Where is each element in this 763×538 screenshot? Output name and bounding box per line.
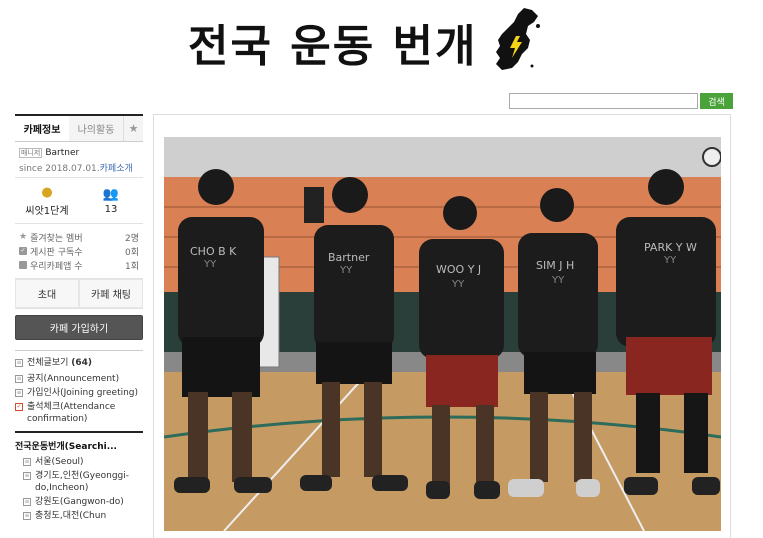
team-photo[interactable]: CHO B K Bartner WOO Y J SIM J H PARK Y W… bbox=[164, 137, 721, 531]
svg-text:YY: YY bbox=[339, 265, 353, 276]
list-icon: ≡ bbox=[15, 359, 23, 367]
menu-all-posts[interactable]: ≡ 전체글보기 (64) bbox=[15, 357, 143, 369]
post-count: (64) bbox=[71, 358, 93, 368]
menu-label: 경기도,인천(Gyeonggi-do,Incheon) bbox=[35, 471, 129, 493]
menu-region-gangwon[interactable]: ≡ 강원도(Gangwon-do) bbox=[23, 496, 143, 508]
board-icon: ≡ bbox=[15, 375, 23, 383]
info-row-value: 2명 bbox=[124, 233, 139, 244]
cafe-title[interactable]: 전국 운동 번개 bbox=[188, 10, 478, 74]
join-cafe-button[interactable]: 카페 가입하기 bbox=[15, 315, 143, 340]
board-icon: ≡ bbox=[23, 458, 31, 466]
korea-map-lightning-icon bbox=[496, 8, 540, 70]
board-icon: ✓ bbox=[19, 247, 27, 255]
jersey-name: PARK Y W bbox=[644, 241, 697, 254]
menu-label: 공지(Announcement) bbox=[27, 374, 120, 384]
since-date: since 2018.07.01.카페소개 bbox=[19, 161, 139, 174]
tab-cafe-info[interactable]: 카페정보 bbox=[15, 116, 69, 141]
menu-label: 출석체크(Attendance confirmation) bbox=[27, 402, 116, 424]
info-row-favorite-members[interactable]: ★ 즐겨찾는 멤버 2명 bbox=[19, 230, 139, 244]
board-icon: ≡ bbox=[23, 498, 31, 506]
check-icon: ✓ bbox=[15, 403, 23, 411]
manager-name[interactable]: Bartner bbox=[45, 148, 79, 158]
info-row-label: 즐겨찾는 멤버 bbox=[30, 233, 83, 244]
search-input[interactable] bbox=[509, 93, 698, 109]
board-icon: ≡ bbox=[23, 472, 31, 480]
search-button[interactable]: 검색 bbox=[700, 93, 733, 109]
seed-icon: ● bbox=[41, 184, 53, 200]
category-title[interactable]: 전국운동번개(Searchi... bbox=[15, 431, 143, 452]
member-count[interactable]: 👥 13 bbox=[79, 178, 143, 223]
board-menu: ≡ 전체글보기 (64) ≡ 공지(Announcement) ≡ 가입인사(J… bbox=[15, 350, 143, 425]
info-row-app[interactable]: 우리카페앱 수 1회 bbox=[19, 258, 139, 272]
svg-text:YY: YY bbox=[451, 279, 465, 290]
menu-label: 가입인사(Joining greeting) bbox=[27, 388, 139, 398]
member-count-value: 13 bbox=[104, 203, 118, 215]
menu-label: 강원도(Gangwon-do) bbox=[35, 497, 124, 507]
app-icon bbox=[19, 261, 27, 269]
star-icon[interactable]: ★ bbox=[123, 116, 143, 141]
region-menu: ≡ 서울(Seoul) ≡ 경기도,인천(Gyeonggi-do,Incheon… bbox=[15, 456, 143, 522]
cafe-info-list: ★ 즐겨찾는 멤버 2명 ✓ 게시판 구독수 0회 우리카페앱 수 1회 bbox=[15, 224, 143, 279]
info-row-value: 0회 bbox=[124, 247, 139, 258]
jersey-name: Bartner bbox=[328, 251, 370, 264]
menu-attendance[interactable]: ✓ 출석체크(Attendance confirmation) bbox=[15, 401, 143, 425]
menu-joining-greeting[interactable]: ≡ 가입인사(Joining greeting) bbox=[15, 387, 143, 399]
info-row-board-subscriptions[interactable]: ✓ 게시판 구독수 0회 bbox=[19, 244, 139, 258]
cafe-level[interactable]: ● 씨앗1단계 bbox=[15, 178, 79, 223]
since-text: since 2018.07.01. bbox=[19, 164, 100, 174]
menu-label: 서울(Seoul) bbox=[35, 457, 84, 467]
jersey-name: WOO Y J bbox=[436, 263, 481, 276]
menu-region-gyeonggi[interactable]: ≡ 경기도,인천(Gyeonggi-do,Incheon) bbox=[23, 470, 143, 494]
jersey-name: CHO B K bbox=[190, 245, 237, 258]
invite-button[interactable]: 초대 bbox=[15, 279, 79, 308]
menu-region-seoul[interactable]: ≡ 서울(Seoul) bbox=[23, 456, 143, 468]
members-icon: 👥 bbox=[102, 186, 120, 202]
menu-announcement[interactable]: ≡ 공지(Announcement) bbox=[15, 373, 143, 385]
jersey-name: SIM J H bbox=[536, 259, 574, 272]
svg-text:YY: YY bbox=[663, 255, 677, 266]
menu-label: 전체글보기 bbox=[27, 358, 69, 368]
cafe-intro-link[interactable]: 카페소개 bbox=[100, 164, 133, 174]
menu-region-chungcheong[interactable]: ≡ 충청도,대전(Chun bbox=[23, 510, 143, 522]
team-photo-graphic: CHO B K Bartner WOO Y J SIM J H PARK Y W… bbox=[164, 137, 721, 531]
manager-badge: 매니저 bbox=[19, 148, 43, 158]
board-icon: ≡ bbox=[23, 512, 31, 520]
sidebar-tabs: 카페정보 나의활동 ★ bbox=[15, 114, 143, 142]
svg-text:YY: YY bbox=[551, 275, 565, 286]
sidebar: 카페정보 나의활동 ★ 매니저 Bartner since 2018.07.01.… bbox=[15, 114, 143, 538]
info-row-label: 우리카페앱 수 bbox=[30, 261, 83, 272]
cafe-header: 전국 운동 번개 bbox=[0, 0, 763, 90]
star-icon: ★ bbox=[19, 232, 28, 242]
cafe-chat-button[interactable]: 카페 채팅 bbox=[79, 279, 143, 308]
action-buttons: 초대 카페 채팅 bbox=[15, 279, 143, 309]
cafe-level-label: 씨앗1단계 bbox=[25, 205, 69, 217]
board-icon: ≡ bbox=[15, 389, 23, 397]
main-content: CHO B K Bartner WOO Y J SIM J H PARK Y W… bbox=[153, 114, 731, 538]
info-row-label: 게시판 구독수 bbox=[30, 247, 83, 258]
info-row-value: 1회 bbox=[124, 261, 139, 272]
svg-text:YY: YY bbox=[203, 259, 217, 270]
manager-info: 매니저 Bartner since 2018.07.01.카페소개 bbox=[15, 142, 143, 178]
cafe-stats: ● 씨앗1단계 👥 13 bbox=[15, 178, 143, 224]
tab-my-activity[interactable]: 나의활동 bbox=[69, 116, 123, 141]
menu-label: 충청도,대전(Chun bbox=[35, 511, 107, 521]
